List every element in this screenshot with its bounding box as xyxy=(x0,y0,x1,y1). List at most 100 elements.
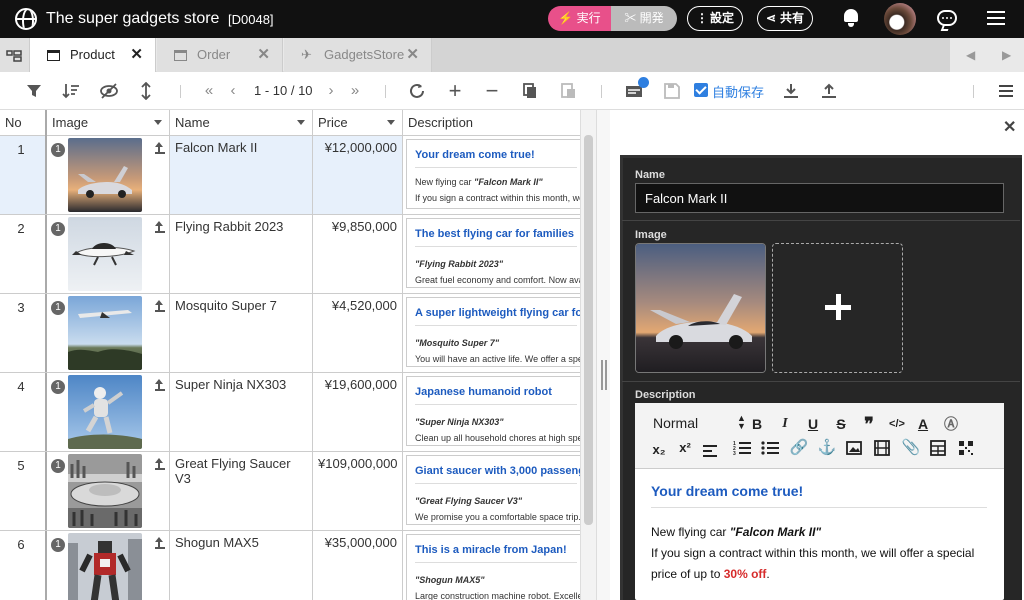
dev-mode-button[interactable]: ✂ 開発 xyxy=(611,6,677,31)
text-color-icon[interactable]: A xyxy=(913,415,933,433)
refresh-icon[interactable] xyxy=(408,82,426,100)
name-cell[interactable]: Falcon Mark II xyxy=(170,136,313,214)
price-cell[interactable]: ¥35,000,000 xyxy=(313,531,403,600)
product-thumbnail[interactable] xyxy=(68,454,142,528)
menu-icon[interactable] xyxy=(987,11,1005,25)
column-header-no[interactable]: No xyxy=(0,110,47,136)
table-row[interactable]: 4 1 Super Ninja NX303 ¥19,600,000 Japane… xyxy=(0,373,580,452)
table-row[interactable]: 1 1 Falcon Mark II ¥12,000,000 Your drea… xyxy=(0,136,580,215)
table-row[interactable]: 3 1 Mosquito Super 7 ¥4,520,000 A super … xyxy=(0,294,580,373)
rich-text-editor[interactable]: Normal ▲ ▼ B I U S ❞ </> A Ⓐ x₂ x² 123 🔗 ⚓… xyxy=(635,403,1004,600)
image-cell[interactable]: 1 xyxy=(47,215,170,293)
autosave-checkbox[interactable] xyxy=(694,83,708,97)
tab-scroll-right-icon[interactable]: ▶ xyxy=(1002,48,1011,62)
code-icon[interactable]: </> xyxy=(887,415,907,433)
close-icon[interactable]: ✕ xyxy=(257,38,270,72)
anchor-icon[interactable]: ⚓ xyxy=(817,439,837,457)
table-row[interactable]: 5 1 Great Flying Saucer V3 ¥109,000,000 … xyxy=(0,452,580,531)
name-cell[interactable]: Flying Rabbit 2023 xyxy=(170,215,313,293)
name-cell[interactable]: Great Flying Saucer V3 xyxy=(170,452,313,530)
first-page-icon[interactable]: « xyxy=(200,82,218,100)
next-page-icon[interactable]: › xyxy=(322,82,340,100)
add-image-button[interactable] xyxy=(772,243,903,373)
panel-splitter[interactable] xyxy=(596,110,610,600)
product-thumbnail[interactable] xyxy=(68,533,142,600)
strikethrough-icon[interactable]: S xyxy=(831,415,851,433)
chevron-down-icon[interactable] xyxy=(297,120,305,125)
upload-icon[interactable] xyxy=(153,142,165,154)
chevron-down-icon[interactable] xyxy=(387,120,395,125)
tab-gadgetsstore[interactable]: ✈ GadgetsStore ✕ xyxy=(284,38,432,72)
chat-icon[interactable] xyxy=(937,10,957,26)
upload-icon[interactable] xyxy=(153,300,165,312)
image-cell[interactable]: 1 xyxy=(47,452,170,530)
product-thumbnail[interactable] xyxy=(68,217,142,291)
ordered-list-icon[interactable]: 123 xyxy=(733,439,753,457)
description-cell[interactable]: The best flying car for families "Flying… xyxy=(403,215,580,293)
link-icon[interactable]: 🔗 xyxy=(789,439,809,457)
image-icon[interactable] xyxy=(845,439,865,457)
column-header-price[interactable]: Price xyxy=(313,110,403,136)
format-select[interactable]: Normal ▲ ▼ xyxy=(653,414,746,432)
product-thumbnail[interactable] xyxy=(68,375,142,449)
tab-product[interactable]: Product ✕ xyxy=(30,38,156,72)
name-cell[interactable]: Mosquito Super 7 xyxy=(170,294,313,372)
sort-icon[interactable] xyxy=(62,82,80,100)
align-icon[interactable] xyxy=(701,441,721,459)
tree-toggle[interactable] xyxy=(0,38,30,72)
price-cell[interactable]: ¥12,000,000 xyxy=(313,136,403,214)
grid-scrollbar[interactable] xyxy=(580,110,596,600)
quote-icon[interactable]: ❞ xyxy=(859,415,879,433)
subscript-icon[interactable]: x₂ xyxy=(649,441,669,459)
upload-icon[interactable] xyxy=(153,458,165,470)
table-row[interactable]: 2 1 Flying Rabbit 2023 ¥9,850,000 The be… xyxy=(0,215,580,294)
close-icon[interactable]: ✕ xyxy=(1003,117,1016,137)
chevron-down-icon[interactable] xyxy=(154,120,162,125)
name-cell[interactable]: Super Ninja NX303 xyxy=(170,373,313,451)
underline-icon[interactable]: U xyxy=(803,415,823,433)
add-icon[interactable]: + xyxy=(446,80,464,102)
description-cell[interactable]: Your dream come true! New flying car "Fa… xyxy=(403,136,580,214)
bullet-list-icon[interactable] xyxy=(761,439,781,457)
row-height-icon[interactable] xyxy=(137,82,155,100)
upload-icon[interactable] xyxy=(820,82,838,100)
share-button[interactable]: ⋖ 共有 xyxy=(757,6,814,31)
hide-icon[interactable] xyxy=(100,82,118,100)
column-header-name[interactable]: Name xyxy=(170,110,313,136)
tab-scroll-left-icon[interactable]: ◀ xyxy=(966,48,975,62)
settings-button[interactable]: ⋮ 設定 xyxy=(687,6,744,31)
price-cell[interactable]: ¥4,520,000 xyxy=(313,294,403,372)
table-row[interactable]: 6 1 Shogun MAX5 ¥35,000,000 This is a mi… xyxy=(0,531,580,600)
product-thumbnail[interactable] xyxy=(68,138,142,212)
image-cell[interactable]: 1 xyxy=(47,373,170,451)
bold-icon[interactable]: B xyxy=(747,415,767,433)
table-insert-icon[interactable] xyxy=(929,439,949,457)
download-icon[interactable] xyxy=(782,82,800,100)
product-image[interactable] xyxy=(635,243,766,373)
price-cell[interactable]: ¥19,600,000 xyxy=(313,373,403,451)
name-cell[interactable]: Shogun MAX5 xyxy=(170,531,313,600)
close-icon[interactable]: ✕ xyxy=(406,38,419,72)
image-cell[interactable]: 1 xyxy=(47,136,170,214)
superscript-icon[interactable]: x² xyxy=(675,439,695,457)
scrollbar-thumb[interactable] xyxy=(584,135,593,525)
product-thumbnail[interactable] xyxy=(68,296,142,370)
italic-icon[interactable]: I xyxy=(775,415,795,433)
close-icon[interactable]: ✕ xyxy=(130,38,143,72)
run-mode-button[interactable]: ⚡ 実行 xyxy=(548,6,611,31)
column-header-description[interactable]: Description xyxy=(403,110,580,136)
description-cell[interactable]: This is a miracle from Japan! "Shogun MA… xyxy=(403,531,580,600)
avatar[interactable] xyxy=(884,3,916,35)
upload-icon[interactable] xyxy=(153,537,165,549)
autosave-label[interactable]: 自動保存 xyxy=(712,82,764,101)
prev-page-icon[interactable]: ‹ xyxy=(224,82,242,100)
bell-icon[interactable] xyxy=(842,9,860,27)
price-cell[interactable]: ¥9,850,000 xyxy=(313,215,403,293)
qr-code-icon[interactable] xyxy=(957,439,977,457)
image-cell[interactable]: 1 xyxy=(47,294,170,372)
editor-content[interactable]: Your dream come true! New flying car "Fa… xyxy=(651,483,987,585)
highlight-icon[interactable]: Ⓐ xyxy=(941,415,961,433)
video-icon[interactable] xyxy=(873,439,893,457)
copy-icon[interactable] xyxy=(521,82,539,100)
remove-icon[interactable]: − xyxy=(483,80,501,102)
